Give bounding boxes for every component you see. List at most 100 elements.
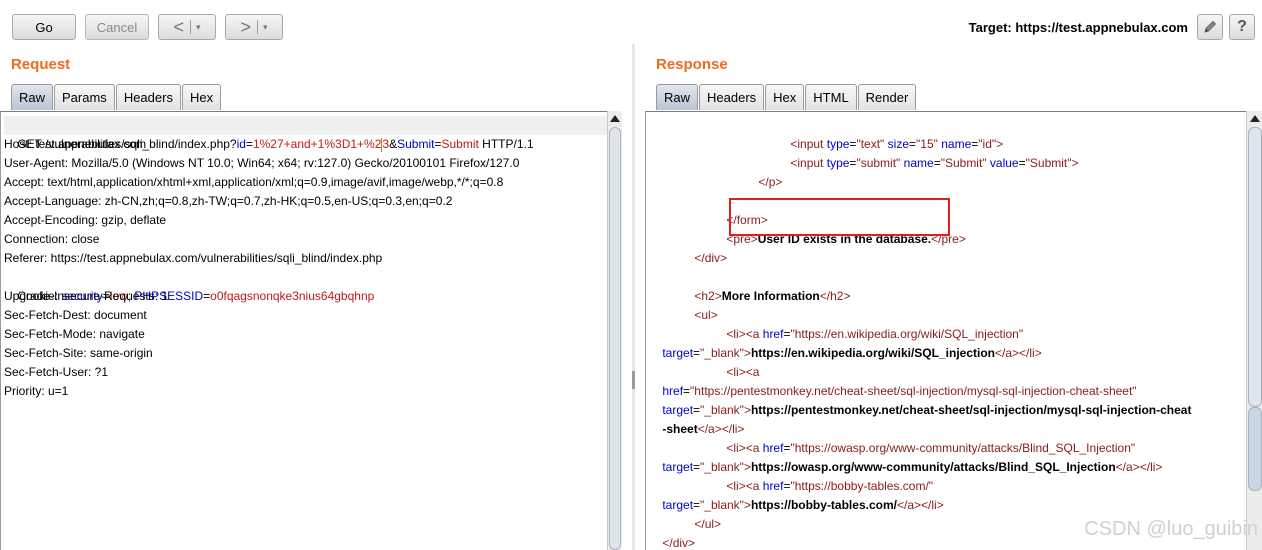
- tab-hex[interactable]: Hex: [181, 84, 222, 110]
- link-text: https://owasp.org/www-community/attacks/…: [750, 460, 1116, 474]
- help-button[interactable]: ?: [1229, 14, 1255, 40]
- tag-bracket: >: [743, 403, 751, 417]
- link-text: https://bobby-tables.com/: [750, 498, 897, 512]
- tab-html[interactable]: HTML: [805, 84, 857, 110]
- param-eq: =: [245, 137, 253, 151]
- tag-bracket: >: [1071, 156, 1079, 170]
- scroll-up-icon[interactable]: [1250, 115, 1260, 122]
- tag-name: h2: [830, 289, 844, 303]
- tag-name: ul: [704, 517, 715, 531]
- param-name: id: [236, 137, 246, 151]
- tab-raw[interactable]: Raw: [656, 84, 699, 110]
- scrollbar-thumb[interactable]: [1248, 407, 1262, 491]
- header-line: Priority: u=1: [4, 384, 69, 398]
- go-button[interactable]: Go: [12, 14, 76, 40]
- tag-bracket: </: [921, 498, 932, 512]
- attr-eq: =: [693, 403, 701, 417]
- scrollbar-thumb-upper[interactable]: [1248, 127, 1262, 407]
- tag-name: div: [672, 536, 689, 550]
- attr-name: type: [826, 137, 850, 151]
- header-line: Accept-Language: zh-CN,zh;q=0.8,zh-TW;q=…: [4, 194, 453, 208]
- tag-bracket: >: [714, 289, 722, 303]
- attr-name: target: [662, 403, 694, 417]
- header-line: Sec-Fetch-Dest: document: [4, 308, 147, 322]
- edit-target-button[interactable]: [1197, 14, 1223, 40]
- param-name: Submit: [397, 137, 435, 151]
- tag-bracket: </: [694, 251, 705, 265]
- panel-divider[interactable]: [632, 44, 635, 550]
- header-line: Sec-Fetch-User: ?1: [4, 365, 109, 379]
- tag-bracket: </: [819, 289, 831, 303]
- tag-bracket: >: [843, 289, 851, 303]
- response-editor[interactable]: <input type="text" size="15" name="id"> …: [645, 111, 1246, 550]
- tag-bracket: >: [738, 365, 746, 379]
- attr-name: target: [662, 346, 694, 360]
- tag-bracket: >: [720, 251, 728, 265]
- attr-name: target: [662, 460, 694, 474]
- tag-bracket: >: [738, 327, 746, 341]
- tag-bracket: >: [714, 517, 722, 531]
- tag-name: a: [1126, 460, 1133, 474]
- back-button[interactable]: < ▾: [158, 14, 216, 40]
- divider-grip[interactable]: [632, 371, 635, 389]
- link-text: https://pentestmonkey.net/cheat-sheet/sq…: [750, 403, 1192, 417]
- cancel-button[interactable]: Cancel: [85, 14, 149, 40]
- attr-eq: =: [693, 346, 701, 360]
- request-scrollbar[interactable]: [607, 111, 622, 550]
- attr-name: name: [903, 156, 934, 170]
- header-line: Connection: close: [4, 232, 100, 246]
- attr-eq: =: [933, 156, 941, 170]
- tab-headers[interactable]: Headers: [699, 84, 765, 110]
- header-line: Sec-Fetch-Site: same-origin: [4, 346, 153, 360]
- attr-value: "_blank": [700, 346, 744, 360]
- tag-bracket: </: [1139, 460, 1151, 474]
- attr-name: type: [826, 156, 850, 170]
- tab-hex[interactable]: Hex: [765, 84, 805, 110]
- request-title: Request: [11, 56, 71, 73]
- tag-name: a: [752, 479, 760, 493]
- tag-bracket: >: [714, 422, 722, 436]
- highlight-box: [729, 198, 950, 236]
- attr-name: size: [887, 137, 909, 151]
- scrollbar-thumb[interactable]: [609, 127, 621, 550]
- request-editor[interactable]: GET /vulnerabilities/sqli_blind/index.ph…: [0, 111, 607, 550]
- tag-bracket: >: [914, 498, 922, 512]
- attr-eq: =: [693, 498, 701, 512]
- attr-value: "submit": [856, 156, 901, 170]
- chevron-down-icon[interactable]: ▾: [196, 22, 201, 33]
- attr-value: "https://bobby-tables.com/": [790, 479, 934, 493]
- attr-eq: =: [683, 384, 691, 398]
- response-scrollbar[interactable]: [1246, 111, 1262, 550]
- tag-name: input: [797, 156, 824, 170]
- chevron-down-icon[interactable]: ▾: [263, 22, 268, 33]
- attr-eq: =: [909, 137, 917, 151]
- tag-bracket: >: [743, 498, 751, 512]
- tag-bracket: <: [745, 365, 753, 379]
- attr-value: "Submit": [940, 156, 987, 170]
- tag-name: a: [907, 498, 914, 512]
- tab-raw[interactable]: Raw: [11, 84, 54, 110]
- help-icon: ?: [1237, 18, 1247, 35]
- scroll-up-icon[interactable]: [610, 115, 620, 122]
- forward-arrow-icon: >: [240, 16, 251, 37]
- header-line: Accept-Encoding: gzip, deflate: [4, 213, 167, 227]
- attr-value: "text": [856, 137, 885, 151]
- tab-params[interactable]: Params: [54, 84, 115, 110]
- param-amp: &: [389, 137, 398, 151]
- tag-name: ul: [701, 308, 711, 322]
- tag-bracket: >: [1132, 460, 1140, 474]
- attr-value: "id": [978, 137, 997, 151]
- forward-button[interactable]: > ▾: [225, 14, 283, 40]
- tag-bracket: >: [936, 498, 944, 512]
- attr-name: value: [989, 156, 1019, 170]
- attr-value: "15": [916, 137, 938, 151]
- request-line: GET /vulnerabilities/sqli_blind/index.ph…: [4, 116, 607, 152]
- attr-name: href: [762, 441, 784, 455]
- header-line: Accept: text/html,application/xhtml+xml,…: [4, 175, 504, 189]
- separator: [256, 20, 258, 34]
- tab-render[interactable]: Render: [857, 84, 917, 110]
- param-value: Submit: [441, 137, 479, 151]
- tab-headers[interactable]: Headers: [115, 84, 181, 110]
- tag-name: a: [708, 422, 715, 436]
